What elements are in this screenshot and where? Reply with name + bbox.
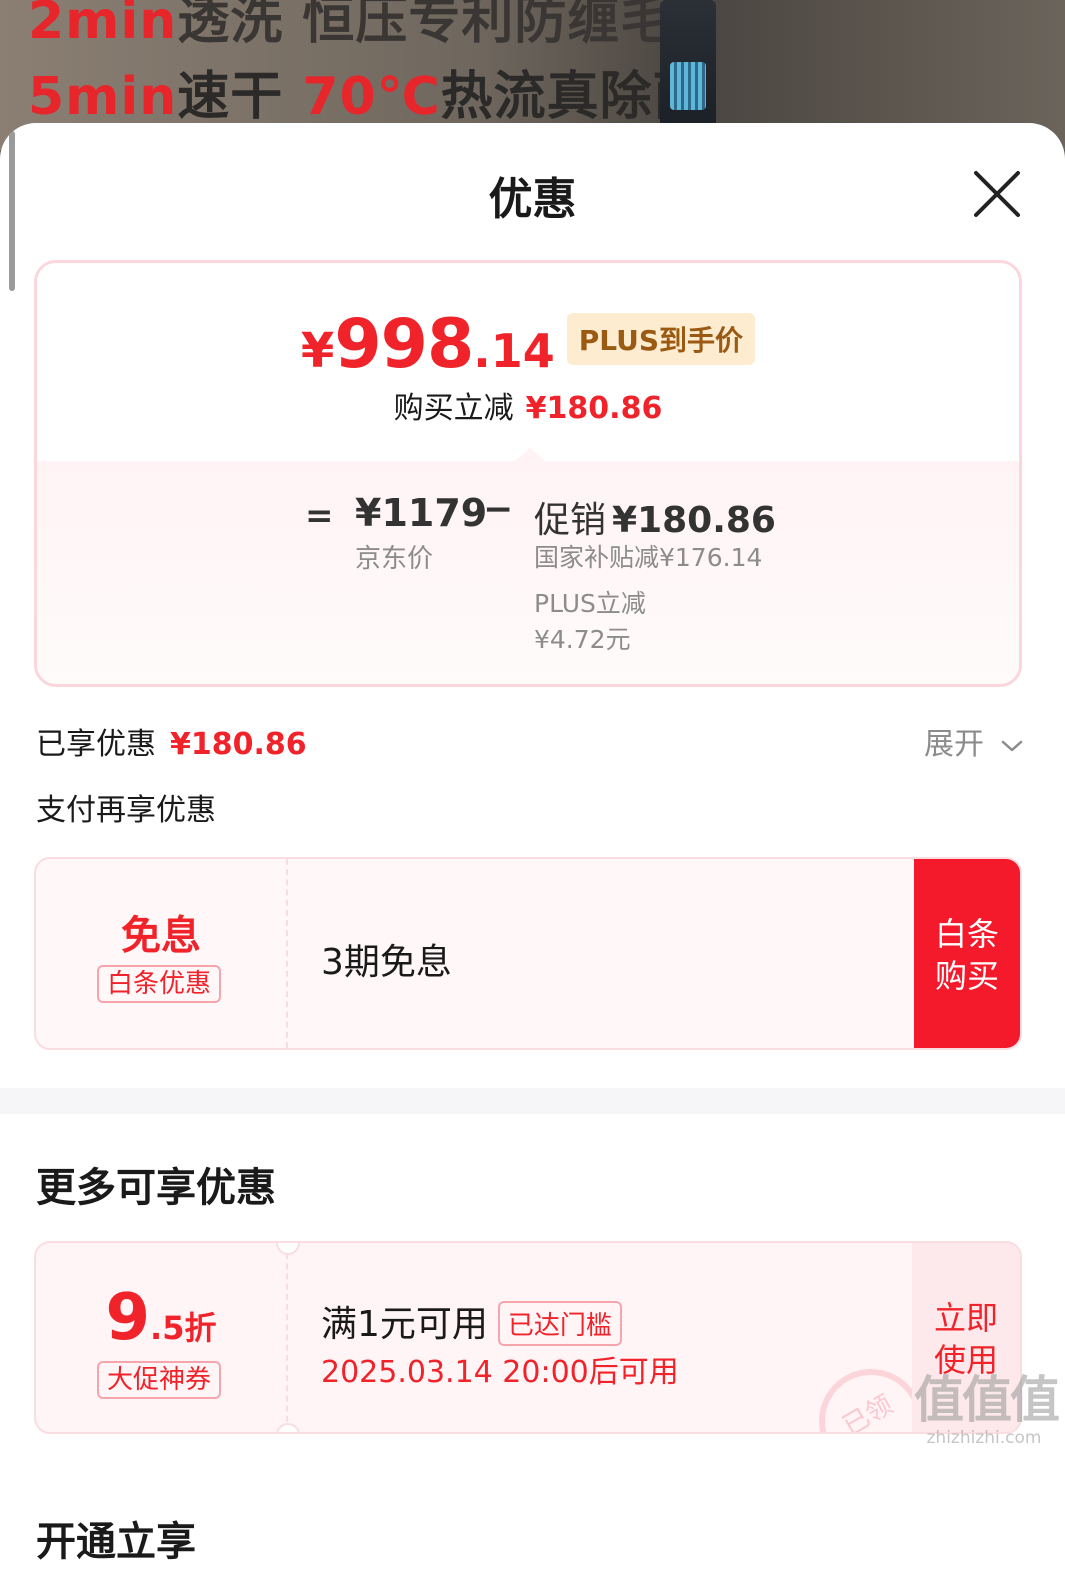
coupon-discount: 9.5折	[36, 1281, 286, 1355]
enjoyed-amount: ¥180.86	[170, 727, 307, 762]
baitiao-offer-card[interactable]: 免息 白条优惠 3期免息 白条 购买	[34, 857, 1022, 1050]
expand-label: 展开	[924, 727, 984, 762]
expand-button[interactable]: 展开	[924, 719, 1024, 763]
saving-amount: ¥180.86	[525, 391, 663, 426]
promotion-amount: ¥180.86	[612, 500, 776, 541]
installment-text: 3期免息	[321, 942, 452, 983]
interest-free-label: 免息	[121, 913, 201, 959]
banner-highlight: 2min	[28, 0, 178, 51]
more-offers-title: 更多可享优惠	[36, 1165, 276, 1211]
enjoyed-label: 已享优惠	[36, 727, 156, 762]
price-decimal: .14	[473, 324, 555, 378]
coupon-condition: 满1元可用 已达门槛	[321, 1295, 622, 1347]
product-image	[660, 0, 716, 130]
national-subsidy: 国家补贴减¥176.14	[534, 543, 763, 572]
baitiao-offer-left: 免息 白条优惠	[36, 859, 288, 1048]
banner-highlight: 5min	[28, 67, 178, 127]
condition-text: 满1元可用	[321, 1304, 488, 1345]
discount-integer: 9	[105, 1281, 151, 1355]
equals-sign: =	[305, 496, 334, 536]
baitiao-buy-button[interactable]: 白条 购买	[914, 859, 1020, 1048]
section-divider	[0, 1088, 1065, 1114]
jd-price: ¥1179	[355, 491, 488, 535]
plus-price-tag: PLUS到手价	[566, 313, 756, 365]
watermark-logo: 值值值	[914, 1371, 1060, 1429]
price-integer: 998	[334, 305, 474, 384]
ticket-notch	[276, 1423, 300, 1432]
watermark-url: zhizhizhi.com	[926, 1428, 1042, 1448]
plus-discount-amount: ¥4.72元	[534, 625, 631, 654]
banner-text: 速干	[177, 67, 303, 127]
enjoyed-discount: 已享优惠 ¥180.86	[36, 719, 307, 763]
promotion-total: 促销 ¥180.86	[534, 491, 776, 543]
price-currency: ¥	[300, 323, 335, 379]
saving-label: 购买立减	[393, 391, 514, 426]
sheet-title: 优惠	[488, 174, 577, 225]
close-button[interactable]	[970, 167, 1024, 221]
price-breakdown-card: ¥998.14 PLUS到手价 购买立减 ¥180.86 = ¥1179 京东价 −…	[34, 260, 1022, 687]
banner-line-2: 5min速干 70℃热流真除菌	[28, 54, 706, 129]
pay-more-title: 支付再享优惠	[36, 793, 216, 828]
pointer-arrow	[514, 448, 546, 462]
price-formula-section	[37, 461, 1019, 684]
discount-sheet: 优惠 ¥998.14 PLUS到手价 购买立减 ¥180.86 = ¥1179 京东…	[0, 123, 1065, 1576]
coupon-type-tag: 大促神券	[97, 1361, 221, 1399]
final-price: ¥998.14 PLUS到手价	[37, 305, 1019, 384]
watermark: 值值值 zhizhizhi.com	[914, 1360, 1060, 1448]
jd-price-label: 京东价	[355, 544, 434, 574]
coupon-left: 9.5折 大促神券	[36, 1243, 288, 1432]
close-icon	[974, 171, 1020, 217]
coupon-card[interactable]: 9.5折 大促神券 满1元可用 已达门槛 2025.03.14 20:00后可用 …	[34, 1241, 1022, 1434]
threshold-badge: 已达门槛	[497, 1300, 622, 1346]
discount-decimal: .5折	[150, 1309, 217, 1347]
minus-sign: −	[483, 489, 514, 530]
instant-saving: 购买立减 ¥180.86	[37, 383, 1019, 427]
open-membership-title: 开通立享	[36, 1519, 196, 1565]
banner-highlight: 70℃	[302, 67, 441, 127]
final-price-section: ¥998.14 PLUS到手价 购买立减 ¥180.86	[37, 263, 1019, 461]
promotion-label: 促销	[534, 500, 607, 541]
baitiao-tag: 白条优惠	[97, 965, 221, 1003]
plus-discount-label: PLUS立减	[534, 589, 646, 618]
coupon-valid-time: 2025.03.14 20:00后可用	[321, 1355, 679, 1390]
chevron-down-icon	[1001, 740, 1022, 751]
banner-text: 透洗 恒压专利防缠毛	[177, 0, 674, 51]
banner-line-1: 2min透洗 恒压专利防缠毛	[28, 0, 673, 53]
product-screen	[670, 62, 706, 110]
